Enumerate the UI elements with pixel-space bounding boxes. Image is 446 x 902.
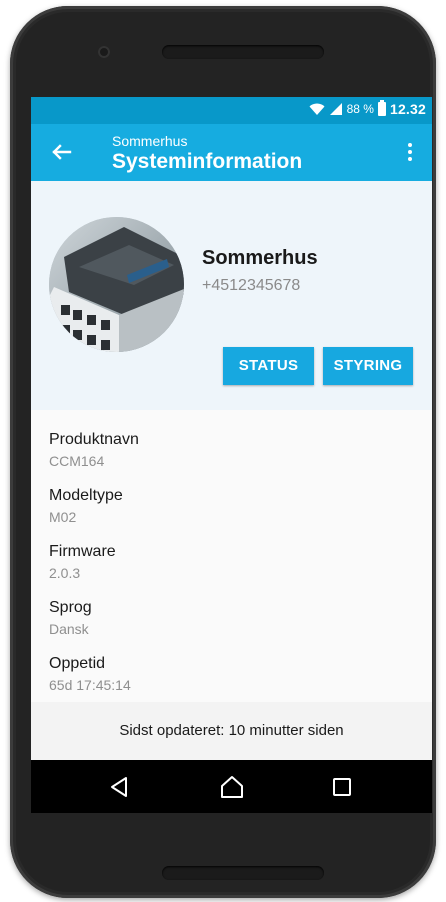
app-subtitle: Sommerhus [112, 133, 188, 149]
info-item-modeltype: Modeltype M02 [49, 487, 123, 525]
info-item-sprog: Sprog Dansk [49, 599, 92, 637]
info-value: 2.0.3 [49, 565, 81, 581]
battery-icon [377, 100, 386, 116]
info-label: Sprog [49, 599, 92, 616]
screen: 88 % 12.32 Sommerhus Systeminformation S… [31, 97, 432, 813]
device-header: Sommerhus +4512345678 STATUS STYRING [31, 181, 432, 410]
page-title: Systeminformation [112, 150, 303, 173]
nav-home-icon[interactable] [217, 772, 247, 802]
info-label: Firmware [49, 543, 116, 560]
wifi-icon [309, 103, 325, 115]
signal-icon [329, 103, 342, 115]
styring-button[interactable]: STYRING [323, 347, 413, 385]
system-info-list: Produktnavn CCM164 Modeltype M02 Firmwar… [31, 410, 432, 702]
back-arrow-icon[interactable] [45, 136, 77, 168]
nav-recents-icon[interactable] [327, 772, 357, 802]
info-label: Produktnavn [49, 431, 139, 448]
info-value: Dansk [49, 621, 89, 637]
info-label: Oppetid [49, 655, 106, 672]
battery-percent: 88 % [346, 102, 374, 116]
device-phone-number: +4512345678 [202, 277, 301, 294]
front-camera [98, 46, 110, 58]
info-value: CCM164 [49, 453, 105, 469]
last-updated-text: Sidst opdateret: 10 minutter siden [31, 702, 432, 760]
device-photo [49, 217, 184, 352]
device-name: Sommerhus [202, 247, 318, 269]
overflow-menu-icon[interactable] [398, 138, 422, 166]
earpiece-speaker [162, 45, 324, 59]
info-value: 65d 17:45:14 [49, 677, 131, 693]
info-item-oppetid: Oppetid 65d 17:45:14 [49, 655, 131, 693]
info-item-produktnavn: Produktnavn CCM164 [49, 431, 139, 469]
info-value: M02 [49, 509, 77, 525]
app-bar: Sommerhus Systeminformation [31, 124, 432, 181]
status-button[interactable]: STATUS [223, 347, 314, 385]
bottom-speaker [162, 866, 324, 880]
info-item-firmware: Firmware 2.0.3 [49, 543, 116, 581]
android-nav-bar [31, 760, 432, 813]
status-bar: 88 % 12.32 [31, 97, 432, 124]
clock: 12.32 [389, 101, 426, 117]
nav-back-icon[interactable] [105, 772, 135, 802]
info-label: Modeltype [49, 487, 123, 504]
